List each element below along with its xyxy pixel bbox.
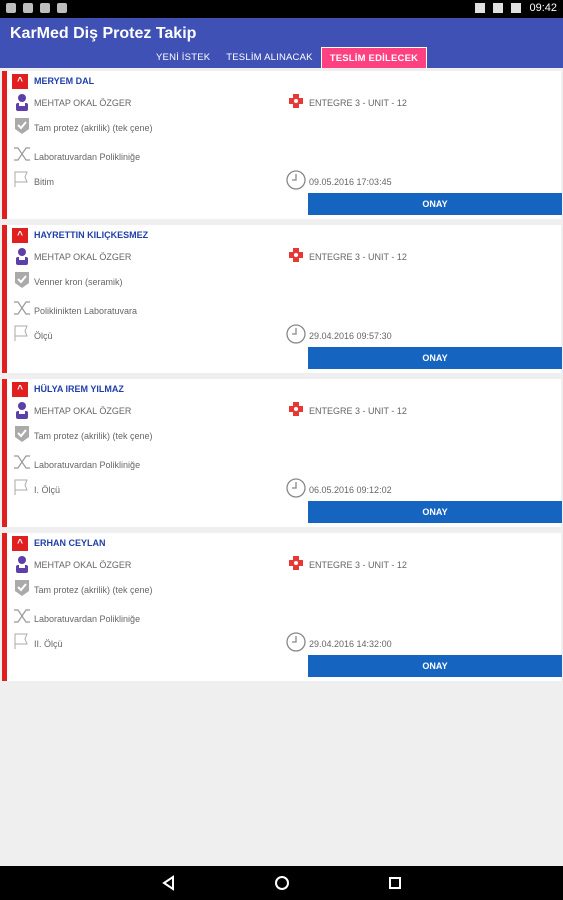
approve-button[interactable]: ONAY (308, 655, 562, 677)
check-shield-icon (12, 116, 32, 136)
route-icon (12, 144, 32, 164)
treatment-type: Tam protez (akrilik) (tek çene) (34, 123, 153, 133)
vibrate-icon (475, 3, 486, 13)
back-icon[interactable] (160, 874, 178, 892)
request-card: ^ HAYRETTIN KILIÇKESMEZ MEHTAP OKAL ÖZGE… (2, 225, 562, 373)
clinic-icon (288, 555, 304, 571)
clock-icon (285, 323, 307, 345)
clock-time: 09:42 (529, 2, 557, 14)
patient-name: MERYEM DAL (34, 76, 95, 86)
route-icon (12, 298, 32, 318)
route-direction: Laboratuvardan Polikliniğe (34, 460, 141, 470)
app-title: KarMed Diş Protez Takip (10, 25, 197, 42)
route-direction: Laboratuvardan Polikliniğe (34, 614, 141, 624)
timestamp: 29.04.2016 14:32:00 (309, 639, 392, 649)
doctor-icon (12, 246, 32, 266)
request-card: ^ MERYEM DAL MEHTAP OKAL ÖZGER ENTEGRE 3… (2, 71, 562, 219)
route-icon (12, 452, 32, 472)
recents-icon[interactable] (386, 874, 404, 892)
check-shield-icon (12, 578, 32, 598)
clock-icon (285, 477, 307, 499)
patient-name: ERHAN CEYLAN (34, 538, 106, 548)
tab-to-deliver[interactable]: TESLİM EDİLECEK (320, 47, 428, 68)
stage-label: Ölçü (34, 331, 53, 341)
treatment-type: Venner kron (seramik) (34, 277, 123, 287)
app-bar: KarMed Diş Protez Takip YENİ İSTEK TESLİ… (0, 18, 563, 68)
clinic-icon (288, 93, 304, 109)
doctor-name: MEHTAP OKAL ÖZGER (34, 98, 132, 108)
clinic-icon (288, 401, 304, 417)
patient-name: HÜLYA IREM YILMAZ (34, 384, 124, 394)
clinic-unit: ENTEGRE 3 - UNIT - 12 (309, 406, 407, 416)
android-icon (40, 3, 50, 13)
battery-icon (511, 3, 522, 13)
timestamp: 29.04.2016 09:57:30 (309, 331, 392, 341)
tab-to-receive[interactable]: TESLİM ALINACAK (218, 47, 320, 68)
doctor-name: MEHTAP OKAL ÖZGER (34, 560, 132, 570)
patient-name: HAYRETTIN KILIÇKESMEZ (34, 230, 149, 240)
clock-icon (285, 631, 307, 653)
collapse-icon[interactable]: ^ (12, 74, 28, 89)
stage-label: I. Ölçü (34, 485, 61, 495)
collapse-icon[interactable]: ^ (12, 382, 28, 397)
tab-new-request[interactable]: YENİ İSTEK (148, 47, 218, 68)
wifi-icon (493, 3, 504, 13)
doctor-icon (12, 400, 32, 420)
home-icon[interactable] (273, 874, 291, 892)
request-card: ^ ERHAN CEYLAN MEHTAP OKAL ÖZGER ENTEGRE… (2, 533, 562, 681)
clinic-icon (288, 247, 304, 263)
route-direction: Laboratuvardan Polikliniğe (34, 152, 141, 162)
stage-label: Bitim (34, 177, 54, 187)
check-shield-icon (12, 270, 32, 290)
clinic-unit: ENTEGRE 3 - UNIT - 12 (309, 98, 407, 108)
treatment-type: Tam protez (akrilik) (tek çene) (34, 585, 153, 595)
flag-icon (12, 477, 32, 497)
doctor-name: MEHTAP OKAL ÖZGER (34, 252, 132, 262)
route-icon (12, 606, 32, 626)
notification-icon (6, 3, 16, 13)
route-direction: Poliklinikten Laboratuvara (34, 306, 138, 316)
stage-label: II. Ölçü (34, 639, 63, 649)
tab-bar: YENİ İSTEK TESLİM ALINACAK TESLİM EDİLEC… (148, 47, 428, 68)
request-card: ^ HÜLYA IREM YILMAZ MEHTAP OKAL ÖZGER EN… (2, 379, 562, 527)
timestamp: 09.05.2016 17:03:45 (309, 177, 392, 187)
doctor-name: MEHTAP OKAL ÖZGER (34, 406, 132, 416)
download-icon (57, 3, 67, 13)
clinic-unit: ENTEGRE 3 - UNIT - 12 (309, 560, 407, 570)
request-list: ^ MERYEM DAL MEHTAP OKAL ÖZGER ENTEGRE 3… (0, 68, 563, 687)
collapse-icon[interactable]: ^ (12, 228, 28, 243)
image-icon (23, 3, 33, 13)
doctor-icon (12, 92, 32, 112)
status-bar: 09:42 (0, 0, 563, 18)
collapse-icon[interactable]: ^ (12, 536, 28, 551)
flag-icon (12, 631, 32, 651)
clock-icon (285, 169, 307, 191)
approve-button[interactable]: ONAY (308, 193, 562, 215)
treatment-type: Tam protez (akrilik) (tek çene) (34, 431, 153, 441)
navigation-bar (0, 866, 563, 900)
doctor-icon (12, 554, 32, 574)
approve-button[interactable]: ONAY (308, 347, 562, 369)
flag-icon (12, 169, 32, 189)
approve-button[interactable]: ONAY (308, 501, 562, 523)
check-shield-icon (12, 424, 32, 444)
clinic-unit: ENTEGRE 3 - UNIT - 12 (309, 252, 407, 262)
timestamp: 06.05.2016 09:12:02 (309, 485, 392, 495)
flag-icon (12, 323, 32, 343)
